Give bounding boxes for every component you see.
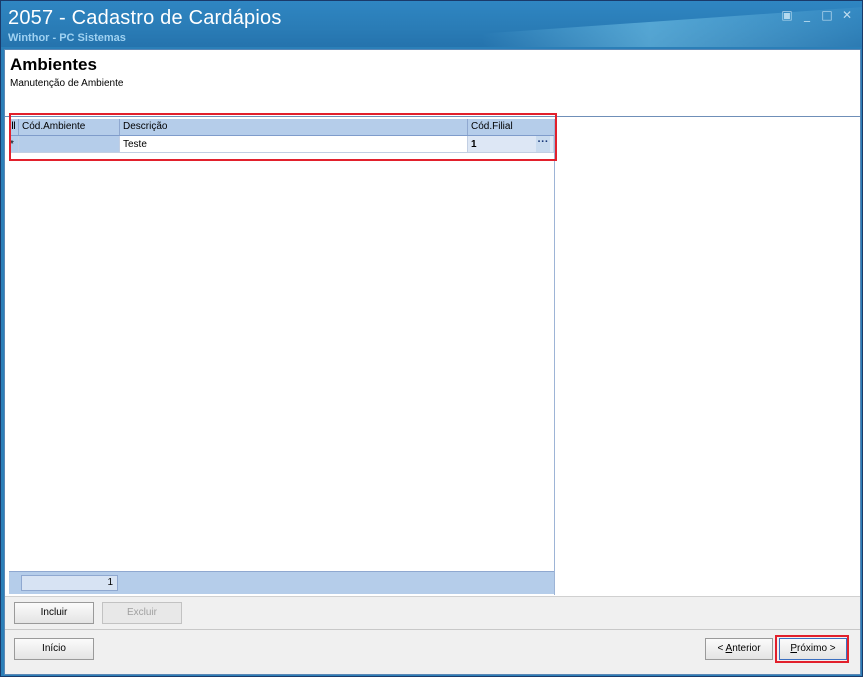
- record-toolbar: Incluir Excluir: [5, 596, 860, 630]
- page-title: Ambientes: [10, 55, 97, 74]
- ambientes-grid[interactable]: Ⅱ Cód.Ambiente Descrição Cód.Filial * Te…: [9, 113, 557, 595]
- app-window: 2057 - Cadastro de Cardápios Winthor - P…: [0, 0, 863, 677]
- close-icon[interactable]: ✕: [840, 9, 854, 21]
- maximize-icon[interactable]: □: [820, 9, 834, 21]
- content-area: Ⅱ Cód.Ambiente Descrição Cód.Filial * Te…: [5, 113, 860, 595]
- excluir-button[interactable]: Excluir: [102, 602, 182, 624]
- incluir-button[interactable]: Incluir: [14, 602, 94, 624]
- record-count: 1: [21, 575, 118, 591]
- anterior-prefix: <: [717, 643, 726, 654]
- highlight-proximo-box: [775, 635, 849, 663]
- grid-footer: 1: [9, 571, 554, 594]
- window-title: 2057 - Cadastro de Cardápios: [8, 7, 282, 29]
- inicio-button[interactable]: Início: [14, 638, 94, 660]
- title-bar[interactable]: 2057 - Cadastro de Cardápios Winthor - P…: [1, 1, 862, 47]
- highlight-grid-box: [9, 113, 557, 161]
- restore-icon[interactable]: ▣: [780, 9, 794, 21]
- page-description: Manutenção de Ambiente: [10, 78, 124, 89]
- anterior-button[interactable]: < Anterior: [705, 638, 773, 660]
- page-header: Ambientes Manutenção de Ambiente: [5, 50, 860, 117]
- client-area: Ambientes Manutenção de Ambiente Ⅱ Cód.A…: [4, 49, 861, 675]
- window-subtitle: Winthor - PC Sistemas: [8, 32, 126, 44]
- anterior-rest: nterior: [732, 643, 761, 654]
- minimize-icon[interactable]: _: [800, 9, 814, 21]
- navigation-bar: Início < Anterior Próximo >: [5, 630, 860, 674]
